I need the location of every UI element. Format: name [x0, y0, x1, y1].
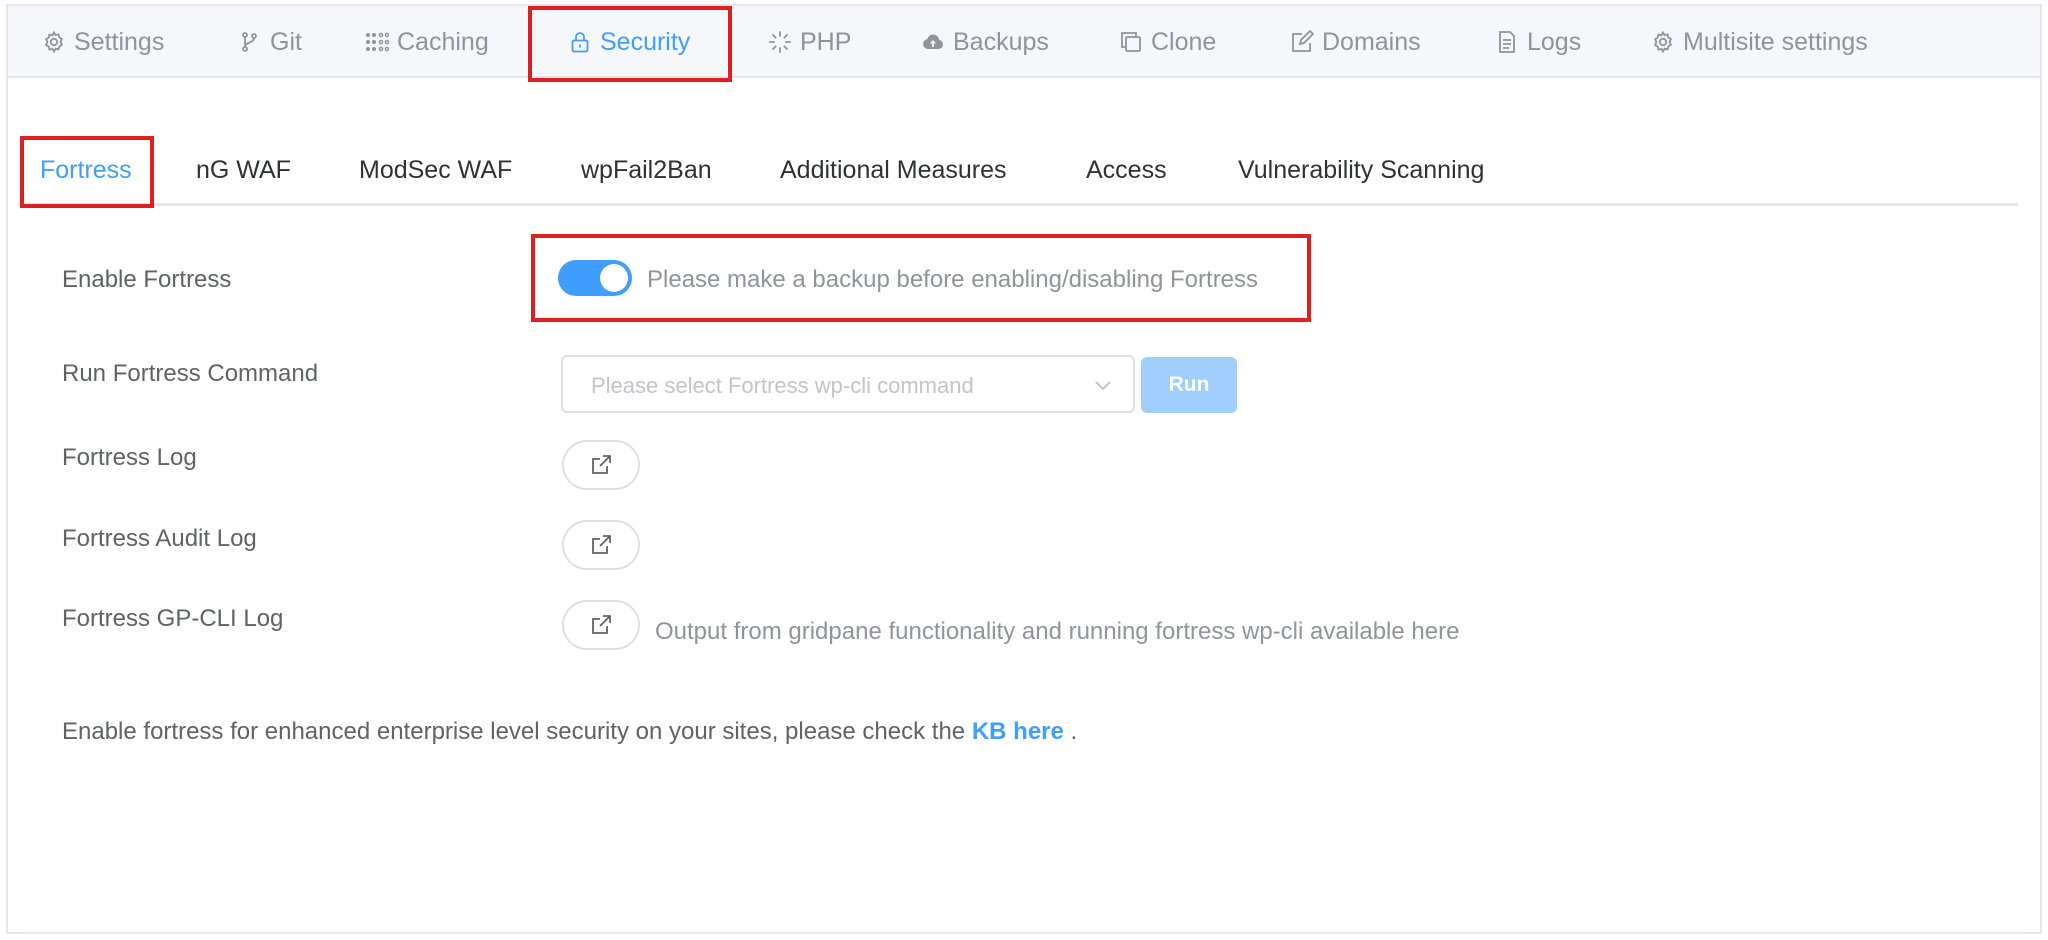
- gear-icon: [44, 30, 64, 54]
- external-link-icon: [592, 535, 611, 554]
- tab-php[interactable]: PHP: [768, 6, 851, 78]
- subtab-modsec-waf[interactable]: ModSec WAF: [359, 134, 512, 206]
- grid-dots-icon: [366, 32, 389, 52]
- kb-link[interactable]: KB here: [972, 718, 1064, 745]
- gpcli-log-note: Output from gridpane functionality and r…: [655, 618, 1460, 645]
- tab-multisite-settings-label: Multisite settings: [1683, 27, 1868, 56]
- fortress-info-body: Enable fortress for enhanced enterprise …: [62, 718, 972, 745]
- tab-multisite-settings[interactable]: Multisite settings: [1651, 6, 1868, 78]
- tab-settings[interactable]: Settings: [42, 6, 164, 78]
- tab-backups-label: Backups: [953, 27, 1049, 56]
- tab-git[interactable]: Git: [238, 6, 302, 78]
- fortress-log-open-button[interactable]: [562, 440, 640, 490]
- gpcli-log-open-button[interactable]: [562, 600, 640, 650]
- audit-log-open-button[interactable]: [562, 520, 640, 570]
- lock-icon: [571, 32, 589, 53]
- audit-log-label: Fortress Audit Log: [62, 525, 257, 552]
- external-link-icon: [592, 615, 611, 634]
- backup-warning-note: Please make a backup before enabling/dis…: [647, 266, 1259, 293]
- tab-php-label: PHP: [800, 27, 852, 56]
- tab-backups[interactable]: Backups: [921, 6, 1049, 78]
- tab-git-label: Git: [270, 27, 302, 56]
- gear-icon: [1653, 30, 1673, 54]
- run-command-label: Run Fortress Command: [62, 360, 319, 387]
- copy-icon: [1121, 32, 1141, 52]
- app-frame: Settings Git Caching Security PHP Backup…: [6, 4, 2042, 934]
- edit-icon: [1292, 30, 1314, 52]
- tab-settings-label: Settings: [74, 27, 165, 56]
- security-sub-tab-bar: Fortress nG WAF ModSec WAF wpFail2Ban Ad…: [18, 134, 2018, 206]
- tab-caching[interactable]: Caching: [365, 6, 489, 78]
- tab-clone-label: Clone: [1151, 27, 1217, 56]
- tab-domains-label: Domains: [1322, 27, 1421, 56]
- tab-logs-label: Logs: [1527, 27, 1582, 56]
- external-link-icon: [592, 455, 611, 474]
- top-tab-bar: Settings Git Caching Security PHP Backup…: [8, 6, 2040, 78]
- tab-caching-label: Caching: [397, 27, 489, 56]
- fortress-log-label: Fortress Log: [62, 444, 197, 471]
- tab-logs[interactable]: Logs: [1495, 6, 1581, 78]
- spinner-icon: [769, 31, 791, 53]
- enable-fortress-label: Enable Fortress: [62, 266, 232, 293]
- subtab-wpfail2ban[interactable]: wpFail2Ban: [581, 134, 712, 206]
- tab-security[interactable]: Security: [568, 6, 690, 78]
- subtab-additional-measures[interactable]: Additional Measures: [780, 134, 1007, 206]
- fortress-command-select[interactable]: Please select Fortress wp-cli command: [561, 355, 1135, 413]
- tab-domains[interactable]: Domains: [1290, 6, 1421, 78]
- fortress-info-suffix: .: [1063, 718, 1078, 745]
- git-branch-icon: [242, 32, 257, 52]
- subtab-fortress[interactable]: Fortress: [40, 134, 132, 206]
- select-placeholder: Please select Fortress wp-cli command: [591, 373, 974, 398]
- cloud-upload-icon: [923, 34, 944, 49]
- tab-security-label: Security: [600, 27, 691, 56]
- chevron-down-icon: [1095, 381, 1111, 391]
- tab-clone[interactable]: Clone: [1119, 6, 1216, 78]
- document-icon: [1499, 31, 1515, 53]
- subtab-vulnerability-scanning[interactable]: Vulnerability Scanning: [1238, 134, 1484, 206]
- subtab-access[interactable]: Access: [1086, 134, 1167, 206]
- enable-fortress-switch[interactable]: [558, 260, 632, 296]
- run-button[interactable]: Run: [1141, 357, 1237, 413]
- subtab-ng-waf[interactable]: nG WAF: [196, 134, 291, 206]
- fortress-info-text: Enable fortress for enhanced enterprise …: [62, 718, 1077, 746]
- gpcli-log-label: Fortress GP-CLI Log: [62, 605, 284, 632]
- switch-knob: [600, 264, 628, 292]
